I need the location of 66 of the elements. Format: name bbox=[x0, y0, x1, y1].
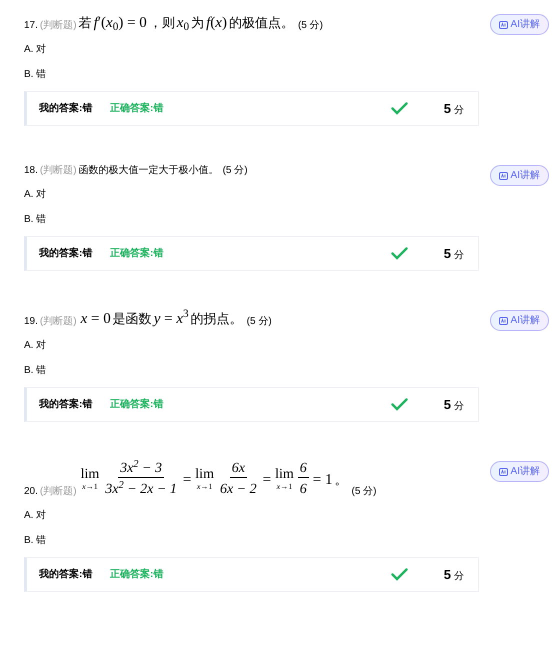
correct-answer: 正确答案:错 bbox=[110, 101, 164, 116]
score-unit: 分 bbox=[454, 104, 464, 118]
math-expression: = bbox=[182, 470, 192, 488]
score-value: 5 bbox=[444, 244, 451, 263]
question-text: 的极值点。 bbox=[228, 15, 294, 31]
limit-operator: lim x→1 bbox=[195, 468, 214, 491]
math-expression: = bbox=[262, 470, 272, 488]
question-text: 函数的极大值一定大于极小值。 bbox=[78, 165, 219, 177]
my-answer: 我的答案:错 bbox=[39, 101, 94, 116]
question-text: 。 bbox=[334, 472, 348, 488]
math-expression: = 1 bbox=[312, 470, 332, 488]
limit-operator: lim x→1 bbox=[275, 468, 294, 491]
option-text: B. 错 bbox=[24, 534, 48, 548]
score-value: 5 bbox=[444, 100, 451, 118]
score-unit: 分 bbox=[454, 570, 464, 584]
question-score: (5 分) bbox=[352, 486, 376, 498]
question-number: 18. bbox=[24, 165, 38, 177]
correct-answer: 正确答案:错 bbox=[110, 567, 164, 582]
correct-answer: 正确答案:错 bbox=[110, 246, 164, 261]
ai-explain-button[interactable]: AI讲解 bbox=[490, 461, 549, 482]
my-answer: 我的答案:错 bbox=[39, 567, 94, 582]
question-text: 的拐点。 bbox=[190, 311, 243, 327]
question-type: (判断题) bbox=[40, 316, 77, 328]
fraction: 3x$^{2}$ − 3 3x$^{2}$ − 2x − 1 bbox=[104, 461, 178, 498]
question-score: (5 分) bbox=[298, 20, 323, 32]
option-text: A. 对 bbox=[24, 42, 48, 57]
chip-icon bbox=[498, 316, 508, 324]
math-expression: x$_{0}$ bbox=[176, 14, 190, 32]
math-expression: f′(x$_{0}$) = 0 bbox=[94, 14, 147, 32]
ai-explain-button[interactable]: AI讲解 bbox=[490, 310, 549, 331]
chip-icon bbox=[498, 172, 508, 180]
option-text: B. 错 bbox=[24, 364, 48, 378]
question-number: 17. bbox=[24, 20, 38, 32]
score-unit: 分 bbox=[454, 248, 464, 263]
question-text: 若 bbox=[78, 15, 92, 31]
option-text: B. 错 bbox=[24, 213, 48, 227]
question-score: (5 分) bbox=[246, 316, 272, 328]
fraction: 6 6 bbox=[298, 461, 309, 498]
question-text: 是函数 bbox=[112, 311, 152, 327]
score-value: 5 bbox=[444, 396, 451, 414]
my-answer: 我的答案:错 bbox=[39, 246, 94, 261]
ai-explain-button[interactable]: AI讲解 bbox=[490, 14, 549, 35]
option-text: A. 对 bbox=[24, 338, 48, 353]
question-number: 19. bbox=[24, 316, 38, 328]
question-type: (判断题) bbox=[40, 20, 77, 32]
math-expression: f(x) bbox=[206, 14, 227, 32]
option-text: A. 对 bbox=[24, 508, 48, 523]
option-text: A. 对 bbox=[24, 188, 48, 202]
question-text: 为 bbox=[191, 15, 204, 31]
option-text: B. 错 bbox=[24, 68, 48, 82]
correct-answer: 正确答案:错 bbox=[110, 397, 164, 412]
score-unit: 分 bbox=[454, 400, 464, 414]
ai-explain-button[interactable]: AI讲解 bbox=[490, 165, 549, 186]
math-expression: y = x$^{3}$ bbox=[154, 310, 189, 328]
fraction: 6x 6x − 2 bbox=[218, 461, 258, 498]
chip-icon bbox=[498, 20, 508, 28]
question-text: ，则 bbox=[148, 15, 175, 31]
question-number: 20. bbox=[24, 486, 38, 498]
score-value: 5 bbox=[444, 566, 451, 584]
limit-operator: lim x→1 bbox=[80, 468, 100, 491]
question-score: (5 分) bbox=[222, 165, 248, 177]
math-expression: x = 0 bbox=[80, 310, 111, 328]
question-type: (判断题) bbox=[40, 486, 77, 498]
question-type: (判断题) bbox=[40, 165, 77, 177]
my-answer: 我的答案:错 bbox=[39, 397, 94, 412]
chip-icon bbox=[498, 468, 508, 476]
